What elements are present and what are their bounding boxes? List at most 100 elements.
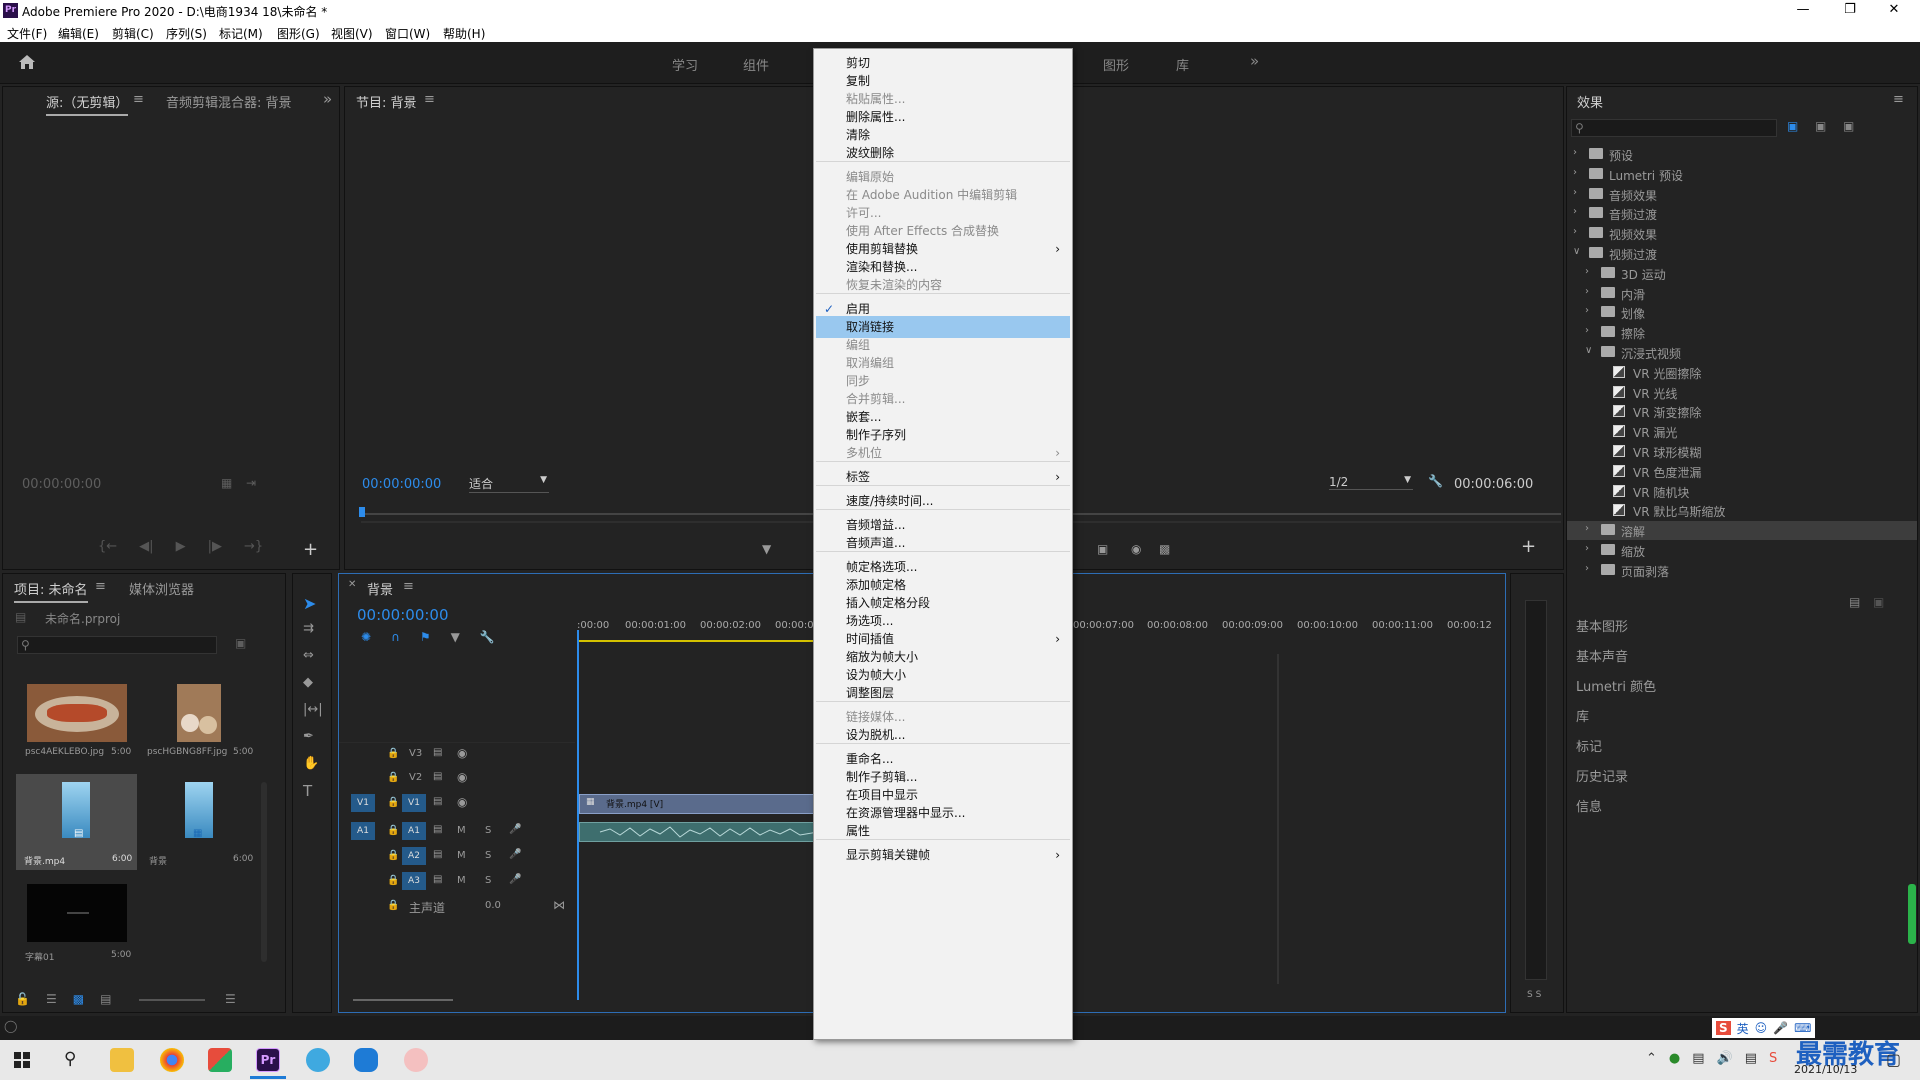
menu-help[interactable]: 帮助(H) bbox=[443, 25, 485, 42]
marker-icon[interactable]: ▼ bbox=[762, 542, 771, 556]
minimize-icon[interactable]: — bbox=[1793, 2, 1813, 17]
lock-icon[interactable]: 🔒 bbox=[387, 850, 399, 861]
app-blue-icon[interactable] bbox=[354, 1048, 378, 1072]
icon-view-icon[interactable]: ▩ bbox=[73, 992, 84, 1006]
workspace-libraries[interactable]: 库 bbox=[1176, 55, 1189, 74]
panel-libraries[interactable]: 库 bbox=[1576, 706, 1589, 725]
menu-file[interactable]: 文件(F) bbox=[7, 25, 47, 42]
chevron-down-icon[interactable]: ∨ bbox=[1573, 246, 1580, 257]
chevron-up-icon[interactable]: ⌃ bbox=[1646, 1051, 1657, 1066]
effects-tree-item[interactable]: VR 光线 bbox=[1567, 383, 1917, 402]
tray-app-icon[interactable]: ● bbox=[1669, 1051, 1680, 1066]
menu-clip[interactable]: 剪辑(C) bbox=[112, 25, 154, 42]
play-icon[interactable]: ▶ bbox=[176, 539, 186, 554]
track-select-icon[interactable]: ⇉ bbox=[303, 621, 314, 636]
effects-tree-item[interactable]: › 擦除 bbox=[1567, 323, 1917, 342]
sogou-tray-icon[interactable]: S bbox=[1769, 1051, 1777, 1066]
mute-button[interactable]: M bbox=[457, 850, 466, 861]
meter-label[interactable]: S S bbox=[1527, 990, 1541, 1000]
nest-icon[interactable]: ✺ bbox=[361, 630, 371, 644]
snap-icon[interactable]: ∩ bbox=[391, 630, 400, 644]
effects-tree-item[interactable]: VR 随机块 bbox=[1567, 482, 1917, 501]
sync-lock-icon[interactable]: ▤ bbox=[433, 771, 442, 782]
effects-tree-item[interactable]: › 音频过渡 bbox=[1567, 204, 1917, 223]
wrench-icon[interactable]: 🔧 bbox=[1428, 474, 1443, 488]
panel-essential-sound[interactable]: 基本声音 bbox=[1576, 646, 1628, 665]
workspace-assembly[interactable]: 组件 bbox=[743, 55, 769, 74]
fit-select[interactable]: 适合 ▼ bbox=[469, 475, 549, 493]
timeline-timecode[interactable]: 00:00:00:00 bbox=[357, 606, 449, 624]
sort-icon[interactable]: ☰ bbox=[225, 992, 236, 1006]
mark-in-icon[interactable]: {← bbox=[98, 539, 117, 554]
sync-lock-icon[interactable]: ▤ bbox=[433, 849, 442, 860]
app-red-icon[interactable] bbox=[404, 1048, 428, 1072]
clock-date[interactable]: 2021/10/13 bbox=[1794, 1063, 1857, 1076]
effects-tree-item[interactable]: › 划像 bbox=[1567, 303, 1917, 322]
menu-window[interactable]: 窗口(W) bbox=[385, 25, 430, 42]
eye-icon[interactable]: ◉ bbox=[457, 795, 467, 809]
project-item-selected[interactable]: ▤ 背景.mp4 6:00 bbox=[16, 774, 137, 870]
close-tab-icon[interactable]: ✕ bbox=[348, 579, 356, 590]
effects-tree-item[interactable]: VR 漏光 bbox=[1567, 422, 1917, 441]
settings-wrench-icon[interactable]: 🔧 bbox=[480, 630, 495, 644]
ie-icon[interactable] bbox=[306, 1048, 330, 1072]
panel-lumetri-color[interactable]: Lumetri 颜色 bbox=[1576, 676, 1656, 695]
hand-tool-icon[interactable]: ✋ bbox=[303, 756, 319, 771]
lock-icon[interactable]: 🔒 bbox=[387, 875, 399, 886]
close-icon[interactable]: ✕ bbox=[1884, 2, 1904, 17]
menu-sequence[interactable]: 序列(S) bbox=[166, 25, 207, 42]
add-button-icon[interactable]: + bbox=[303, 539, 318, 560]
context-menu-item[interactable]: 显示剪辑关键帧 › bbox=[846, 844, 1068, 866]
solo-button[interactable]: S bbox=[485, 875, 491, 886]
volume-icon[interactable]: 🔊 bbox=[1717, 1051, 1733, 1066]
input-icon[interactable]: ▤ bbox=[1745, 1051, 1757, 1066]
effects-tree-item[interactable]: VR 球形模糊 bbox=[1567, 442, 1917, 461]
slip-tool-icon[interactable]: |↔| bbox=[303, 702, 323, 717]
new-folder-icon[interactable]: ▤ bbox=[1849, 595, 1860, 609]
lock-icon[interactable]: 🔒 bbox=[387, 825, 399, 836]
project-search-input[interactable]: ⚲ bbox=[17, 636, 217, 654]
menu-view[interactable]: 视图(V) bbox=[331, 25, 373, 42]
list-view-icon[interactable]: ☰ bbox=[46, 992, 57, 1006]
windows-start-icon[interactable] bbox=[14, 1052, 30, 1068]
mute-button[interactable]: M bbox=[457, 875, 466, 886]
delete-icon[interactable]: ▣ bbox=[1873, 595, 1884, 609]
effects-tree-item[interactable]: › 内滑 bbox=[1567, 284, 1917, 303]
horizontal-zoom-scroll[interactable] bbox=[353, 999, 453, 1001]
effects-tree-item[interactable]: VR 渐变擦除 bbox=[1567, 402, 1917, 421]
effects-tree-item[interactable]: ∨ 沉浸式视频 bbox=[1567, 343, 1917, 362]
effects-tree-item[interactable]: › 音频效果 bbox=[1567, 185, 1917, 204]
tab-audio-clip-mixer[interactable]: 音频剪辑混合器: 背景 bbox=[166, 92, 292, 111]
project-scrollbar[interactable] bbox=[261, 782, 267, 962]
effects-tree-item[interactable]: VR 光圈擦除 bbox=[1567, 363, 1917, 382]
chevron-right-icon[interactable]: › bbox=[1585, 543, 1589, 554]
program-timecode[interactable]: 00:00:00:00 bbox=[362, 477, 441, 492]
mic-icon[interactable]: 🎤 bbox=[509, 874, 521, 885]
panel-history[interactable]: 历史记录 bbox=[1576, 766, 1628, 785]
notification-icon[interactable]: ▢ bbox=[1886, 1050, 1901, 1069]
eye-icon[interactable]: ◉ bbox=[457, 770, 467, 784]
workspace-learn[interactable]: 学习 bbox=[672, 55, 698, 74]
sync-lock-icon[interactable]: ▤ bbox=[433, 824, 442, 835]
network-icon[interactable]: ▤ bbox=[1692, 1051, 1704, 1066]
zoom-slider[interactable] bbox=[139, 999, 205, 1001]
thumbnail-title[interactable] bbox=[27, 884, 127, 942]
yuv-effects-icon[interactable]: ▣ bbox=[1843, 119, 1854, 133]
32bit-effects-icon[interactable]: ▣ bbox=[1815, 119, 1826, 133]
track-label[interactable]: A1 bbox=[402, 822, 426, 840]
chevron-down-icon[interactable]: ∨ bbox=[1585, 345, 1592, 356]
lock-icon[interactable]: 🔒 bbox=[387, 772, 399, 783]
workspace-overflow-icon[interactable]: » bbox=[1250, 52, 1259, 70]
resolution-select[interactable]: 1/2 ▼ bbox=[1329, 475, 1413, 490]
panel-overflow-icon[interactable]: » bbox=[323, 90, 332, 108]
chevron-right-icon[interactable]: › bbox=[1585, 523, 1589, 534]
video-clip[interactable]: ▦ 背景.mp4 [V] bbox=[579, 794, 819, 814]
insert-icon[interactable]: ⇥ bbox=[246, 476, 256, 490]
razor-tool-icon[interactable]: ◆ bbox=[303, 675, 313, 690]
effects-tree-item[interactable]: › 视频效果 bbox=[1567, 224, 1917, 243]
effects-tree-item[interactable]: › 3D 运动 bbox=[1567, 264, 1917, 283]
settings-icon[interactable]: ▦ bbox=[221, 476, 232, 490]
tab-sequence[interactable]: 背景 bbox=[367, 579, 393, 598]
effects-tree-item[interactable]: › 缩放 bbox=[1567, 541, 1917, 560]
eye-icon[interactable]: ◉ bbox=[457, 746, 467, 760]
